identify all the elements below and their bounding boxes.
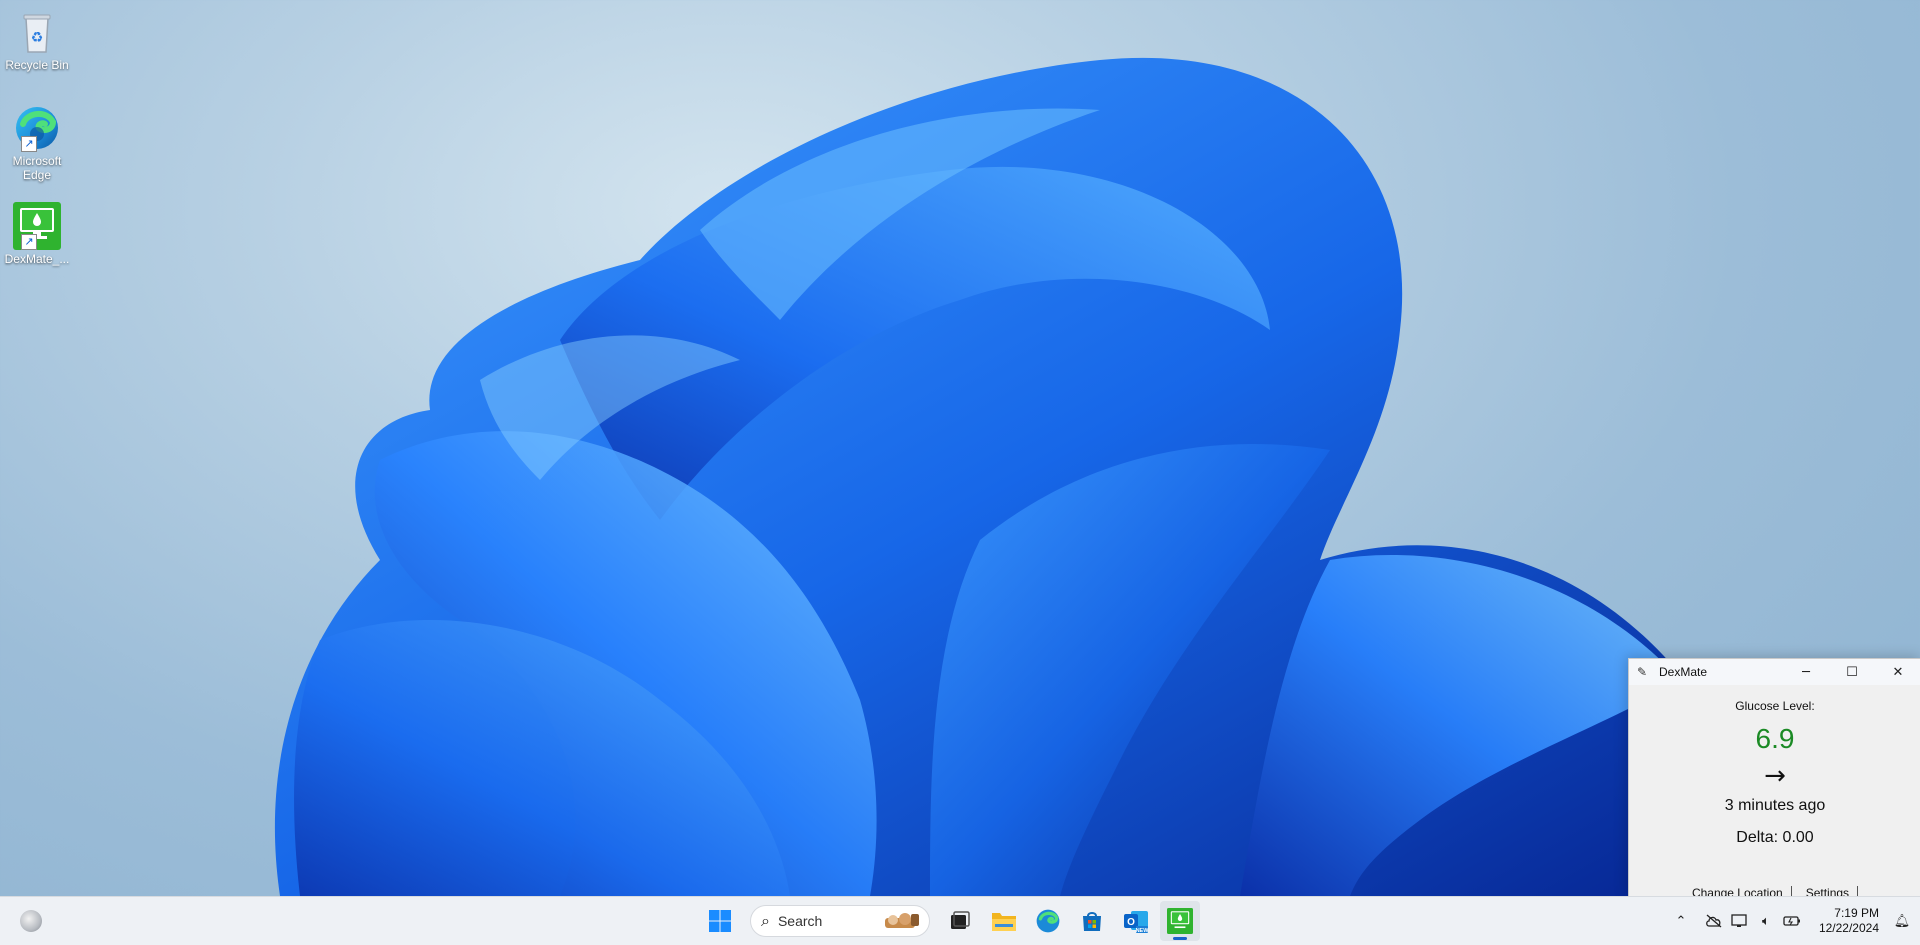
task-view-button[interactable] — [940, 901, 980, 941]
glucose-value: 6.9 — [1755, 723, 1795, 754]
battery-icon[interactable] — [1780, 909, 1804, 933]
start-button[interactable] — [700, 901, 740, 941]
desktop-icon-label: DexMate_... — [4, 252, 70, 266]
search-highlight-icon — [885, 913, 919, 928]
edge-icon: ↗ — [13, 104, 61, 152]
last-update-text: 3 minutes ago — [1724, 797, 1826, 814]
search-icon: ⌕ — [761, 911, 770, 930]
file-explorer-button[interactable] — [984, 901, 1024, 941]
cloud-off-icon[interactable] — [1702, 909, 1726, 933]
desktop-icon-label: Microsoft Edge — [12, 154, 62, 182]
outlook-button[interactable]: O NEW — [1116, 901, 1156, 941]
minimize-button[interactable]: ─ — [1783, 659, 1829, 685]
maximize-button[interactable]: ☐ — [1829, 659, 1875, 685]
svg-text:♻: ♻ — [31, 30, 44, 46]
desktop-icon-recycle-bin[interactable]: ♻ Recycle Bin — [4, 8, 70, 72]
store-icon — [1083, 912, 1101, 931]
close-button[interactable]: ✕ — [1875, 659, 1920, 685]
feather-icon: ✎ — [1637, 665, 1648, 679]
task-view-icon — [951, 911, 970, 929]
clock-time: 7:19 PM — [1834, 906, 1879, 920]
delta-text: Delta: 0.00 — [1736, 829, 1814, 846]
svg-text:O: O — [1127, 917, 1135, 928]
window-title: DexMate — [1659, 665, 1708, 679]
recycle-bin-icon: ♻ — [13, 8, 61, 56]
dexmate-app-icon: ↗ — [13, 202, 61, 250]
taskbar-apps: ⌕ Search O NEW — [700, 901, 1200, 941]
dexmate-titlebar[interactable]: ✎ DexMate ─ ☐ ✕ — [1629, 659, 1920, 685]
shortcut-arrow-icon: ↗ — [21, 136, 37, 152]
taskbar: ⌕ Search O NEW ⌃ 🔈︎ 7:19 PM 12/22/2024 🔔… — [0, 896, 1920, 945]
network-icon[interactable] — [1728, 909, 1752, 933]
svg-text:NEW: NEW — [1136, 928, 1149, 934]
folder-icon — [992, 913, 1016, 931]
system-tray: ⌃ 🔈︎ 7:19 PM 12/22/2024 🔔︎ — [1668, 897, 1920, 945]
glucose-label: Glucose Level: — [1735, 699, 1815, 713]
widgets-icon[interactable] — [20, 910, 42, 932]
taskbar-clock[interactable]: 7:19 PM 12/22/2024 — [1819, 906, 1879, 936]
shortcut-arrow-icon: ↗ — [21, 234, 37, 250]
trend-arrow: → — [1764, 761, 1786, 791]
taskbar-search[interactable]: ⌕ Search — [750, 905, 930, 937]
edge-taskbar-button[interactable] — [1028, 901, 1068, 941]
dexmate-app-icon — [1167, 908, 1193, 934]
clock-date: 12/22/2024 — [1818, 921, 1879, 935]
chevron-up-icon[interactable]: ⌃ — [1669, 909, 1693, 933]
store-button[interactable] — [1072, 901, 1112, 941]
desktop-icon-microsoft-edge[interactable]: ↗ Microsoft Edge — [4, 104, 70, 182]
dexmate-taskbar-button[interactable] — [1160, 901, 1200, 941]
volume-icon[interactable]: 🔈︎ — [1754, 909, 1778, 933]
windows-logo-icon — [709, 910, 731, 932]
notification-bell-icon[interactable]: 🔔︎ — [1890, 909, 1914, 933]
desktop-icon-dexmate[interactable]: ↗ DexMate_... — [4, 202, 70, 266]
dexmate-content: Glucose Level: 6.9 → 3 minutes ago Delta… — [1629, 699, 1920, 847]
search-placeholder: Search — [777, 913, 823, 929]
desktop-icon-label: Recycle Bin — [5, 58, 69, 72]
edge-icon — [1036, 909, 1060, 933]
outlook-icon: O NEW — [1124, 911, 1149, 934]
dexmate-window[interactable]: ✎ DexMate ─ ☐ ✕ Glucose Level: 6.9 → 3 m… — [1628, 658, 1920, 900]
